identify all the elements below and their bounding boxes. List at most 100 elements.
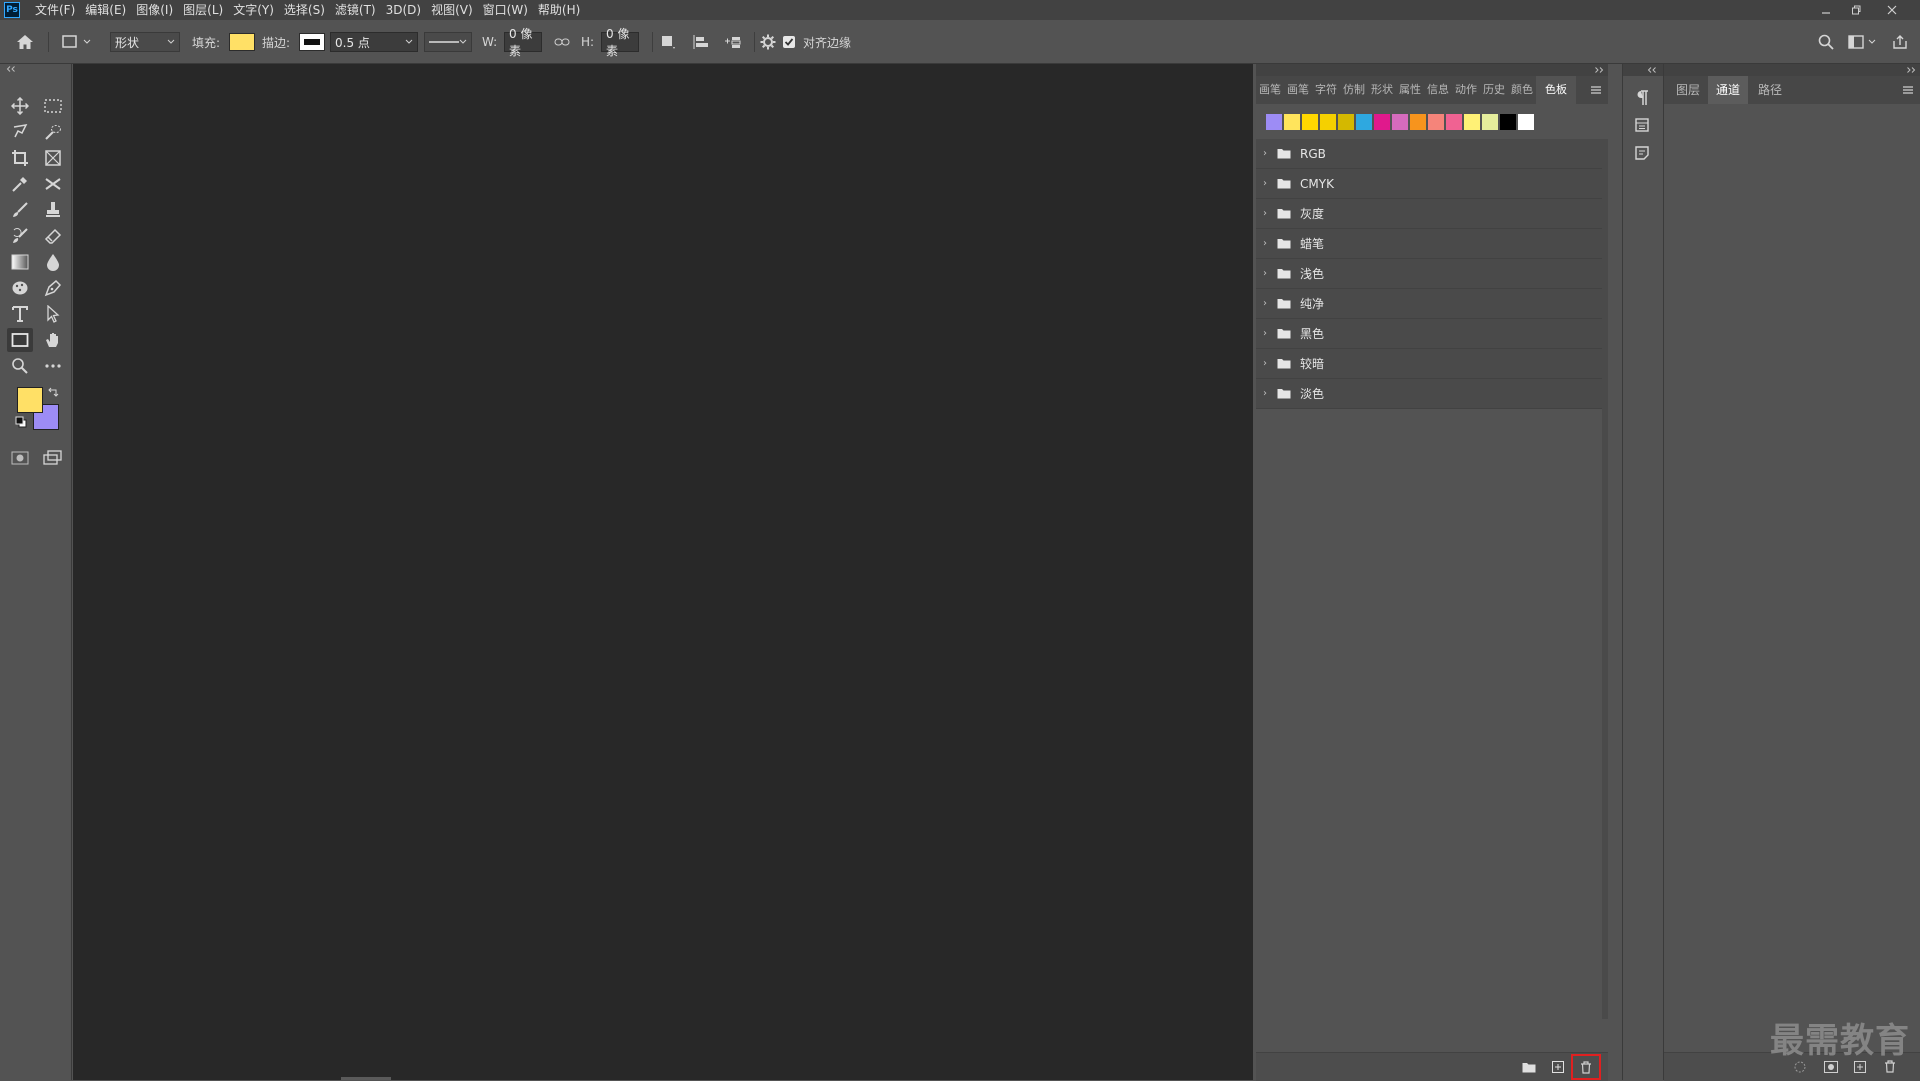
- tab-character[interactable]: 字符: [1312, 76, 1340, 104]
- menu-3d[interactable]: 3D(D): [381, 0, 426, 20]
- history-brush-tool[interactable]: [7, 224, 33, 248]
- menu-image[interactable]: 图像(I): [131, 0, 178, 20]
- tab-brush[interactable]: 画笔: [1256, 76, 1284, 104]
- menu-file[interactable]: 文件(F): [30, 0, 80, 20]
- mode-select[interactable]: 形状: [110, 32, 180, 52]
- type-tool[interactable]: [7, 302, 33, 326]
- swatch-15[interactable]: [1518, 114, 1534, 130]
- swatch-3[interactable]: [1302, 114, 1318, 130]
- screen-mode-button[interactable]: [40, 446, 66, 470]
- tab-layers[interactable]: 图层: [1668, 76, 1708, 104]
- menu-layer[interactable]: 图层(L): [178, 0, 228, 20]
- chevron-right-icon[interactable]: ›: [1256, 298, 1274, 309]
- paragraph-panel-button[interactable]: [1635, 90, 1649, 106]
- swatch-12[interactable]: [1464, 114, 1480, 130]
- path-arrangement-button[interactable]: [724, 29, 742, 55]
- new-swatch-icon[interactable]: [1552, 1061, 1564, 1073]
- swatch-1[interactable]: [1266, 114, 1282, 130]
- chevron-right-icon[interactable]: ›: [1256, 208, 1274, 219]
- swatch-9[interactable]: [1410, 114, 1426, 130]
- libraries-panel-button[interactable]: [1635, 118, 1649, 132]
- menu-edit[interactable]: 编辑(E): [80, 0, 131, 20]
- swatch-7[interactable]: [1374, 114, 1390, 130]
- default-colors-button[interactable]: [15, 416, 27, 428]
- menu-filter[interactable]: 滤镜(T): [330, 0, 381, 20]
- tab-color[interactable]: 颜色: [1508, 76, 1536, 104]
- swap-colors-button[interactable]: [47, 386, 59, 398]
- load-selection-icon[interactable]: [1794, 1061, 1806, 1073]
- home-button[interactable]: [16, 29, 34, 55]
- chevron-right-icon[interactable]: ›: [1256, 178, 1274, 189]
- swatch-group-pure[interactable]: › 纯净: [1256, 289, 1602, 319]
- restore-button[interactable]: [1842, 0, 1870, 20]
- foreground-color-swatch[interactable]: [17, 387, 43, 413]
- quick-mask-button[interactable]: [7, 446, 33, 470]
- notes-panel-button[interactable]: [1635, 146, 1649, 160]
- swatch-group-rgb[interactable]: › RGB: [1256, 139, 1602, 169]
- lasso-tool[interactable]: [7, 120, 33, 144]
- swatch-10[interactable]: [1428, 114, 1444, 130]
- double-chevron-right-icon[interactable]: [1594, 67, 1604, 73]
- canvas-area[interactable]: [73, 64, 1253, 1080]
- clone-stamp-tool[interactable]: [40, 198, 66, 222]
- swatch-5[interactable]: [1338, 114, 1354, 130]
- dodge-tool[interactable]: [7, 276, 33, 300]
- panel-menu-icon[interactable]: [1590, 85, 1602, 95]
- swatch-group-cmyk[interactable]: › CMYK: [1256, 169, 1602, 199]
- chevron-right-icon[interactable]: ›: [1256, 358, 1274, 369]
- tab-channels[interactable]: 通道: [1708, 76, 1749, 104]
- width-field[interactable]: 0 像素: [504, 27, 542, 58]
- menu-type[interactable]: 文字(Y): [228, 0, 279, 20]
- tab-shapes[interactable]: 形状: [1368, 76, 1396, 104]
- swatch-6[interactable]: [1356, 114, 1372, 130]
- delete-swatch-button[interactable]: [1571, 1054, 1601, 1080]
- chevron-right-icon[interactable]: ›: [1256, 268, 1274, 279]
- blur-tool[interactable]: [40, 250, 66, 274]
- rectangle-tool[interactable]: [7, 328, 33, 352]
- close-button[interactable]: [1878, 0, 1906, 20]
- chevron-right-icon[interactable]: ›: [1256, 388, 1274, 399]
- swatches-scrollbar[interactable]: [1602, 139, 1608, 1019]
- tab-info[interactable]: 信息: [1424, 76, 1452, 104]
- minimize-button[interactable]: [1812, 0, 1840, 20]
- save-selection-icon[interactable]: [1824, 1061, 1838, 1073]
- menu-help[interactable]: 帮助(H): [533, 0, 585, 20]
- swatch-group-pastel[interactable]: › 蜡笔: [1256, 229, 1602, 259]
- new-channel-icon[interactable]: [1854, 1061, 1866, 1073]
- chevron-right-icon[interactable]: ›: [1256, 148, 1274, 159]
- menu-view[interactable]: 视图(V): [426, 0, 478, 20]
- swatch-group-light[interactable]: › 浅色: [1256, 259, 1602, 289]
- swatch-2[interactable]: [1284, 114, 1300, 130]
- brush-tool[interactable]: [7, 198, 33, 222]
- hand-tool[interactable]: [40, 328, 66, 352]
- search-button[interactable]: [1818, 29, 1834, 55]
- tool-preset-picker[interactable]: [62, 29, 92, 55]
- tab-clone-source[interactable]: 仿制: [1340, 76, 1368, 104]
- tab-actions[interactable]: 动作: [1452, 76, 1480, 104]
- move-tool[interactable]: [7, 94, 33, 118]
- crop-tool[interactable]: [7, 146, 33, 170]
- chevron-right-icon[interactable]: ›: [1256, 238, 1274, 249]
- menu-select[interactable]: 选择(S): [279, 0, 330, 20]
- stroke-width-field[interactable]: 0.5 点: [330, 32, 418, 52]
- swatch-4[interactable]: [1320, 114, 1336, 130]
- spot-healing-tool[interactable]: [40, 172, 66, 196]
- height-field[interactable]: 0 像素: [601, 27, 639, 58]
- settings-button[interactable]: [760, 29, 776, 55]
- stroke-color-swatch[interactable]: [299, 33, 325, 51]
- swatch-14[interactable]: [1500, 114, 1516, 130]
- swatch-13[interactable]: [1482, 114, 1498, 130]
- gradient-tool[interactable]: [7, 250, 33, 274]
- chevron-right-icon[interactable]: ›: [1256, 328, 1274, 339]
- double-chevron-left-icon[interactable]: [1647, 67, 1657, 73]
- collapse-toolbar-button[interactable]: [6, 66, 16, 72]
- fill-color-swatch[interactable]: [229, 33, 255, 51]
- double-chevron-right-icon[interactable]: [1906, 67, 1916, 73]
- align-edges-checkbox[interactable]: [783, 29, 795, 55]
- menu-window[interactable]: 窗口(W): [478, 0, 533, 20]
- swatch-group-black[interactable]: › 黑色: [1256, 319, 1602, 349]
- link-dimensions-button[interactable]: [554, 29, 570, 55]
- swatch-11[interactable]: [1446, 114, 1462, 130]
- tab-paths[interactable]: 路径: [1750, 76, 1790, 104]
- edit-toolbar-button[interactable]: [40, 354, 66, 378]
